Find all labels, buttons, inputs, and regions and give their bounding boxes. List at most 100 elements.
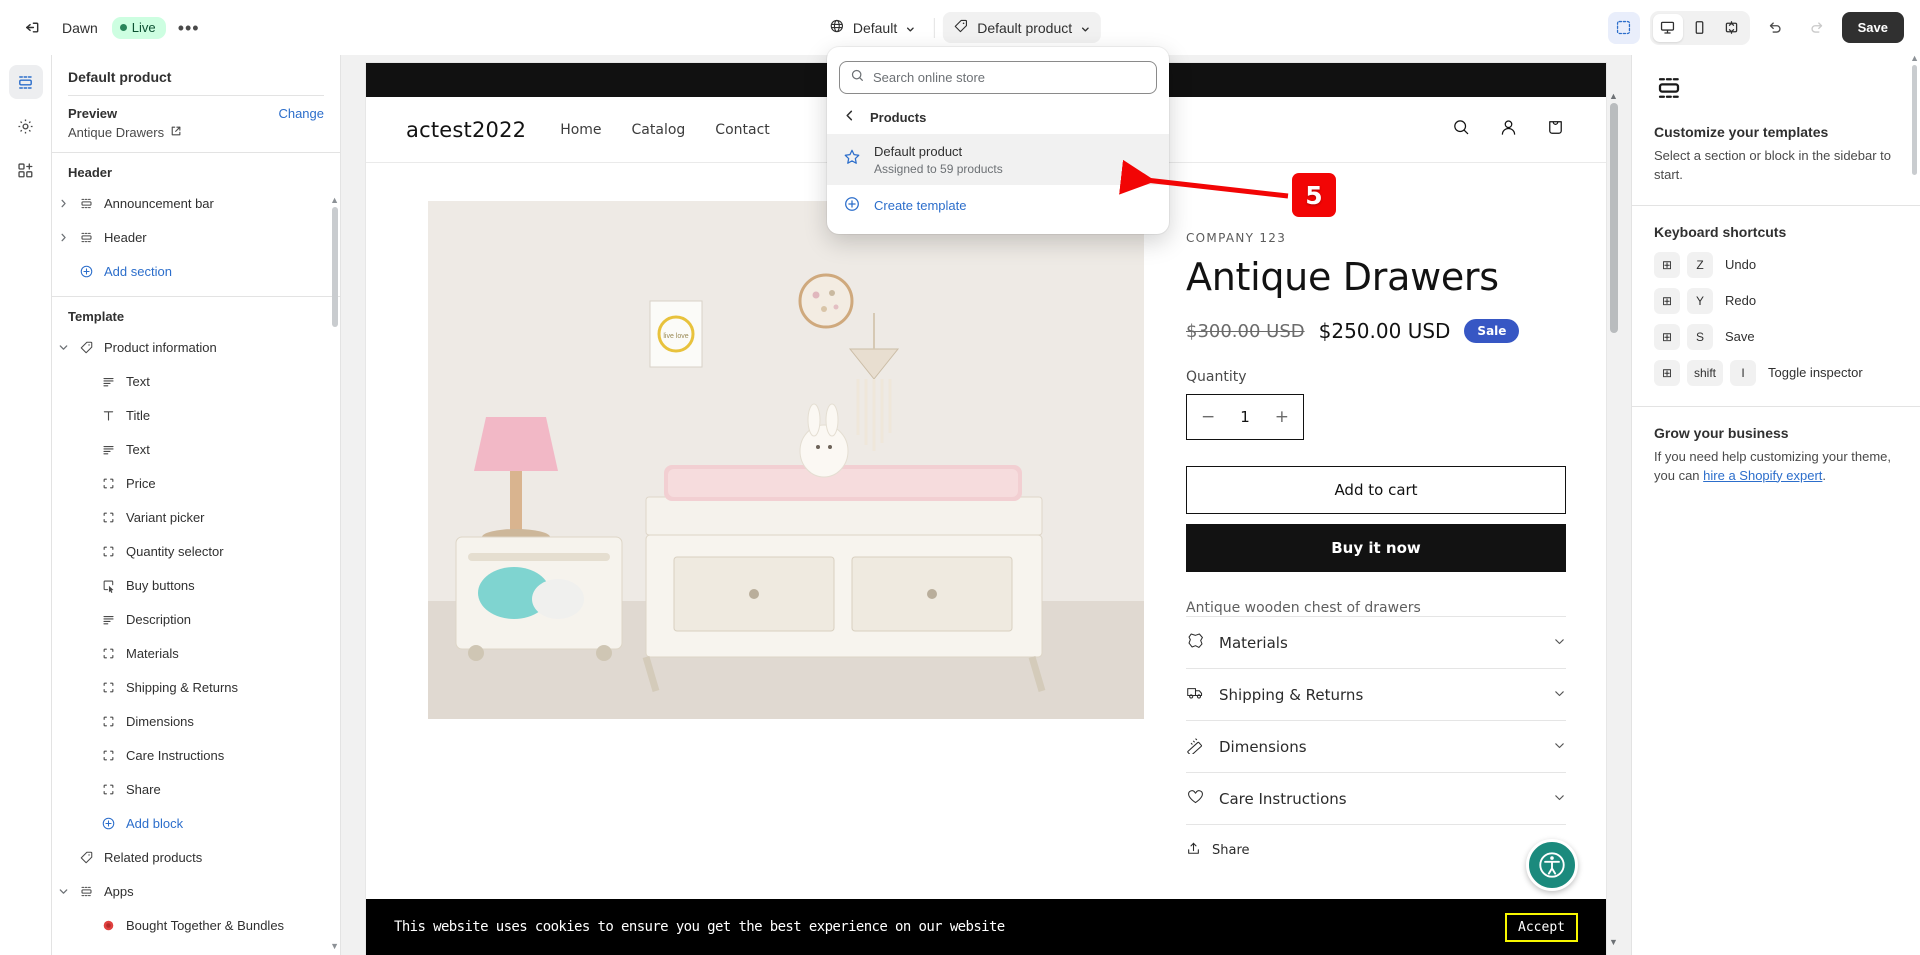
sidebar-item-share[interactable]: Share bbox=[52, 772, 340, 806]
compare-at-price: $300.00 USD bbox=[1186, 320, 1305, 342]
quantity-decrease-icon[interactable]: − bbox=[1201, 407, 1215, 427]
title-icon bbox=[96, 408, 120, 423]
mobile-icon[interactable] bbox=[1685, 14, 1715, 42]
search-icon[interactable] bbox=[1451, 117, 1472, 143]
chevron-down-icon[interactable] bbox=[52, 342, 74, 353]
inspector-body: Select a section or block in the sidebar… bbox=[1654, 148, 1892, 182]
store-nav: Home Catalog Contact bbox=[560, 122, 770, 138]
preview-scroll-thumb[interactable] bbox=[1610, 103, 1618, 333]
fullwidth-icon[interactable] bbox=[1717, 14, 1747, 42]
sections-tree[interactable]: Header Announcement bar Header Add section T… bbox=[52, 153, 340, 955]
product-image[interactable]: live love bbox=[428, 201, 1144, 719]
grow-business-section: Grow your business If you need help cust… bbox=[1654, 407, 1898, 486]
sale-badge: Sale bbox=[1464, 319, 1520, 343]
sidebar-item-add-section[interactable]: Add section bbox=[52, 254, 340, 288]
more-actions-button[interactable]: ••• bbox=[172, 11, 206, 45]
product-description: Antique wooden chest of drawers bbox=[1186, 600, 1421, 616]
chevron-down-icon[interactable] bbox=[52, 886, 74, 897]
cookie-accept-button[interactable]: Accept bbox=[1505, 912, 1578, 942]
product-info: COMPANY 123 Antique Drawers $300.00 USD … bbox=[1186, 201, 1566, 876]
sidebar-item-add-block[interactable]: Add block bbox=[52, 806, 340, 840]
inspector-scrollbar[interactable] bbox=[1912, 65, 1917, 175]
create-template-button[interactable]: Create template bbox=[827, 185, 1169, 226]
search-field-wrapper[interactable] bbox=[839, 61, 1157, 94]
accordion-dimensions[interactable]: Dimensions bbox=[1186, 720, 1566, 772]
sidebar-item-product-information[interactable]: Product information bbox=[52, 330, 340, 364]
sidebar-item-dimensions[interactable]: Dimensions bbox=[52, 704, 340, 738]
account-icon[interactable] bbox=[1498, 117, 1519, 143]
preview-product-name: Antique Drawers bbox=[68, 125, 165, 140]
chevron-down-icon bbox=[1080, 22, 1091, 33]
sidebar-item-materials[interactable]: Materials bbox=[52, 636, 340, 670]
chevron-right-icon[interactable] bbox=[52, 232, 74, 243]
sidebar-item-announcement-bar[interactable]: Announcement bar bbox=[52, 186, 340, 220]
nav-item-home[interactable]: Home bbox=[560, 122, 601, 138]
sidebar-item-description[interactable]: Description bbox=[52, 602, 340, 636]
sidebar-item-care-instructions[interactable]: Care Instructions bbox=[52, 738, 340, 772]
scroll-down-arrow-icon[interactable]: ▼ bbox=[330, 941, 339, 951]
chevron-down-icon bbox=[1553, 686, 1566, 704]
theme-name: Dawn bbox=[62, 19, 98, 36]
change-preview-link[interactable]: Change bbox=[278, 106, 324, 121]
accordion-materials[interactable]: Materials bbox=[1186, 616, 1566, 668]
product-price: $250.00 USD bbox=[1318, 319, 1451, 343]
chevron-right-icon[interactable] bbox=[52, 198, 74, 209]
share-button[interactable]: Share bbox=[1186, 824, 1566, 876]
scroll-down-arrow-icon[interactable]: ▼ bbox=[1609, 937, 1618, 947]
accordion-shipping-returns[interactable]: Shipping & Returns bbox=[1186, 668, 1566, 720]
store-logo[interactable]: actest2022 bbox=[406, 118, 526, 142]
exit-icon[interactable] bbox=[14, 11, 48, 45]
rail-item-sections[interactable] bbox=[8, 65, 43, 99]
cart-icon[interactable] bbox=[1545, 117, 1566, 143]
sidebar-item-price[interactable]: Price bbox=[52, 466, 340, 500]
desktop-icon[interactable] bbox=[1652, 13, 1683, 42]
undo-icon[interactable] bbox=[1758, 11, 1792, 45]
sidebar-item-text[interactable]: Text bbox=[52, 364, 340, 398]
shortcut-key: I bbox=[1730, 359, 1757, 386]
nav-item-catalog[interactable]: Catalog bbox=[632, 122, 686, 138]
template-picker-popover: Products Default product Assigned to 59 … bbox=[827, 47, 1169, 234]
nav-item-contact[interactable]: Contact bbox=[715, 122, 769, 138]
chevron-left-icon bbox=[843, 109, 856, 125]
rail-item-theme-settings[interactable] bbox=[9, 109, 43, 143]
sidebar-item-buy-buttons[interactable]: Buy buttons bbox=[52, 568, 340, 602]
accessibility-icon[interactable] bbox=[1526, 839, 1578, 891]
shortcut-label: Redo bbox=[1725, 293, 1757, 309]
sidebar-item-label: Shipping & Returns bbox=[126, 679, 239, 695]
template-selector[interactable]: Default product bbox=[943, 12, 1102, 43]
sidebar-item-title[interactable]: Title bbox=[52, 398, 340, 432]
cursor-select-icon[interactable] bbox=[1607, 11, 1640, 44]
accordion-label: Shipping & Returns bbox=[1219, 685, 1364, 704]
sidebar-item-label: Add block bbox=[126, 815, 184, 831]
popover-item-default-product[interactable]: Default product Assigned to 59 products bbox=[827, 134, 1169, 185]
tag-icon bbox=[953, 18, 969, 37]
locale-selector[interactable]: Default bbox=[819, 12, 926, 43]
save-button[interactable]: Save bbox=[1841, 12, 1904, 43]
search-input[interactable] bbox=[873, 70, 1146, 85]
scroll-up-arrow-icon[interactable]: ▲ bbox=[330, 195, 339, 205]
sidebar-item-label: Care Instructions bbox=[126, 747, 225, 763]
text-icon bbox=[96, 612, 120, 627]
rail-item-apps[interactable] bbox=[9, 153, 43, 187]
sidebar-item-shipping-returns[interactable]: Shipping & Returns bbox=[52, 670, 340, 704]
scroll-up-arrow-icon[interactable]: ▲ bbox=[1910, 55, 1919, 63]
preview-product-link[interactable]: Antique Drawers bbox=[68, 125, 324, 140]
external-link-icon bbox=[170, 125, 182, 140]
preview-scrollbar[interactable]: ▲ ▼ bbox=[1609, 91, 1619, 947]
scroll-up-arrow-icon[interactable]: ▲ bbox=[1609, 91, 1618, 101]
add-to-cart-button[interactable]: Add to cart bbox=[1186, 466, 1566, 514]
sidebar-item-text[interactable]: Text bbox=[52, 432, 340, 466]
quantity-stepper[interactable]: − 1 + bbox=[1186, 394, 1304, 440]
quantity-increase-icon[interactable]: + bbox=[1275, 407, 1289, 427]
popover-back-products[interactable]: Products bbox=[827, 100, 1169, 134]
accordion-care-instructions[interactable]: Care Instructions bbox=[1186, 772, 1566, 824]
sidebar-item-header[interactable]: Header bbox=[52, 220, 340, 254]
sidebar-item-variant-picker[interactable]: Variant picker bbox=[52, 500, 340, 534]
sidebar-item-bought-together-bundles[interactable]: Bought Together & Bundles bbox=[52, 908, 340, 942]
sidebar-item-apps[interactable]: Apps bbox=[52, 874, 340, 908]
buy-it-now-button[interactable]: Buy it now bbox=[1186, 524, 1566, 572]
sidebar-scrollbar[interactable] bbox=[332, 207, 338, 327]
hire-expert-link[interactable]: hire a Shopify expert bbox=[1703, 468, 1822, 483]
sidebar-item-quantity-selector[interactable]: Quantity selector bbox=[52, 534, 340, 568]
sidebar-item-related-products[interactable]: Related products bbox=[52, 840, 340, 874]
